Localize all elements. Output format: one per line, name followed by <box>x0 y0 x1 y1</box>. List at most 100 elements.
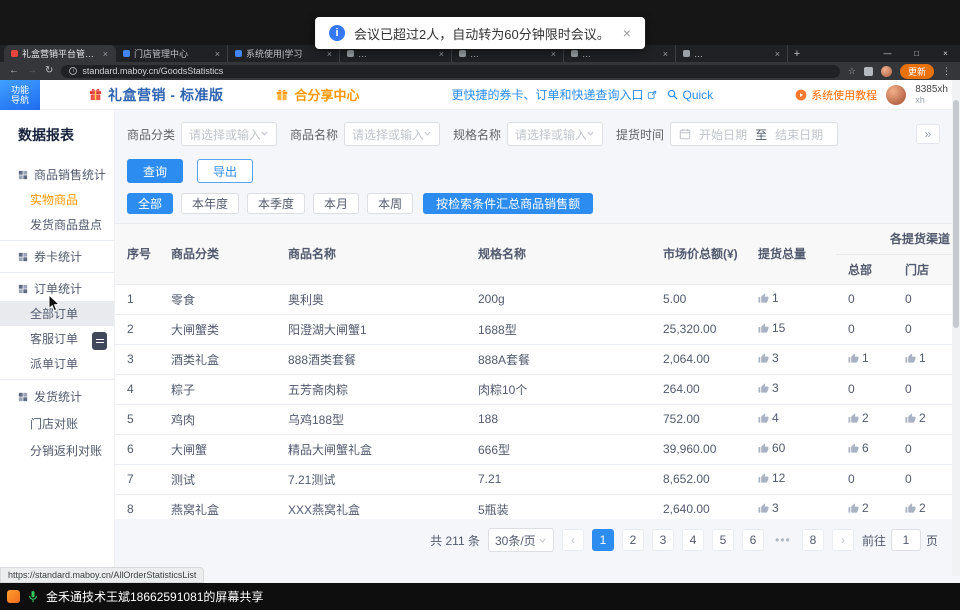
app-header: 功能 导航 礼盒营销 - 标准版 合分享中心 更快捷的券卡、订单和快递查询入口 <box>0 80 960 110</box>
page-button[interactable]: 8 <box>802 529 824 551</box>
tab-close-icon[interactable]: × <box>551 49 556 59</box>
count-link[interactable]: 2 <box>848 501 869 515</box>
extensions-icon[interactable] <box>864 67 873 76</box>
sidebar-item[interactable]: 门店对账 <box>0 410 114 437</box>
share-center-link[interactable]: 合分享中心 <box>275 85 359 104</box>
next-page-button[interactable]: › <box>832 529 854 551</box>
browser-update-button[interactable]: 更新 <box>900 64 934 79</box>
tab-close-icon[interactable]: × <box>215 49 220 59</box>
tab-close-icon[interactable]: × <box>439 49 444 59</box>
page-ellipsis: ••• <box>772 529 794 551</box>
page-size-select[interactable]: 30条/页 <box>488 528 554 552</box>
filter-select[interactable]: 请选择或输入 <box>181 122 277 146</box>
count-link[interactable]: 1 <box>758 291 779 305</box>
tab-close-icon[interactable]: × <box>775 49 780 59</box>
cell-serial: 5 <box>115 404 159 434</box>
toast-close-icon[interactable]: × <box>623 25 631 41</box>
back-icon[interactable]: ← <box>9 66 19 76</box>
bookmark-star-icon[interactable]: ☆ <box>848 66 856 77</box>
sidebar-item[interactable]: 订单统计 <box>0 276 114 301</box>
collapse-panel-button[interactable]: » <box>916 124 940 144</box>
tutorial-link[interactable]: 系统使用教程 <box>795 87 877 103</box>
quick-tab[interactable]: 本季度 <box>247 193 305 214</box>
sidebar-collapse-handle[interactable] <box>92 332 107 350</box>
date-range-picker[interactable]: 开始日期 至 结束日期 <box>670 122 838 146</box>
page-scrollbar[interactable] <box>952 80 960 576</box>
goto-page-input[interactable]: 1 <box>891 529 921 551</box>
page-button[interactable]: 2 <box>622 529 644 551</box>
page-button[interactable]: 6 <box>742 529 764 551</box>
page-button[interactable]: 5 <box>712 529 734 551</box>
page-button[interactable]: 4 <box>682 529 704 551</box>
prev-page-button[interactable]: ‹ <box>562 529 584 551</box>
cell-hq: 0 <box>836 284 893 314</box>
count-link[interactable]: 12 <box>758 471 785 485</box>
forward-icon[interactable]: → <box>27 66 37 76</box>
tab-close-icon[interactable]: × <box>327 49 332 59</box>
filter-select[interactable]: 请选择或输入 <box>507 122 603 146</box>
quick-tab[interactable]: 全部 <box>127 193 173 214</box>
scrollbar-thumb[interactable] <box>953 100 959 328</box>
tab-close-icon[interactable]: × <box>663 49 668 59</box>
user-avatar[interactable] <box>886 85 906 105</box>
sidebar-item[interactable]: 分销返利对账 <box>0 437 114 464</box>
sidebar-item[interactable]: 券卡统计 <box>0 244 114 269</box>
count-link[interactable]: 15 <box>758 321 785 335</box>
browser-tab[interactable]: 门店管理中心 × <box>116 45 228 62</box>
browser-tab[interactable]: 礼盒营销平台管理中心 × <box>4 45 116 62</box>
count-link[interactable]: 60 <box>758 441 785 455</box>
count-value: 0 <box>848 322 855 336</box>
count-link[interactable]: 3 <box>758 381 779 395</box>
sidebar-item[interactable]: 发货统计 <box>0 383 114 410</box>
new-tab-button[interactable]: + <box>788 45 806 62</box>
count-link[interactable]: 2 <box>848 411 869 425</box>
function-nav-button[interactable]: 功能 导航 <box>0 80 40 110</box>
tab-close-icon[interactable]: × <box>103 49 108 59</box>
window-minimize-button[interactable]: — <box>873 45 902 62</box>
browser-menu-icon[interactable]: ⋮ <box>942 66 951 77</box>
cell-name: 7.21测试 <box>276 464 466 494</box>
sidebar-item[interactable]: 实物商品 <box>0 187 114 212</box>
cell-store: 0 <box>893 434 952 464</box>
cell-amount: 25,320.00 <box>651 314 746 344</box>
count-link[interactable]: 2 <box>905 411 926 425</box>
count-link[interactable]: 3 <box>758 351 779 365</box>
window-maximize-button[interactable]: □ <box>902 45 931 62</box>
sidebar-item[interactable]: 发货商品盘点 <box>0 212 114 237</box>
quick-entry-tip[interactable]: 更快捷的券卡、订单和快递查询入口 <box>451 86 657 103</box>
count-link[interactable]: 3 <box>758 501 779 515</box>
pick-hand-icon <box>848 413 859 424</box>
export-button[interactable]: 导出 <box>197 159 253 183</box>
count-link[interactable]: 4 <box>758 411 779 425</box>
quick-tab[interactable]: 本月 <box>313 193 359 214</box>
page-button[interactable]: 3 <box>652 529 674 551</box>
window-close-button[interactable]: × <box>931 45 960 62</box>
cell-spec: 肉粽10个 <box>466 374 651 404</box>
quick-search[interactable]: Quick <box>667 88 713 102</box>
table-row: 5 鸡肉 乌鸡188型 188 752.00 4 2 2 <box>115 404 952 434</box>
count-link[interactable]: 2 <box>905 501 926 515</box>
count-link[interactable]: 1 <box>905 351 926 365</box>
quick-tab[interactable]: 本年度 <box>181 193 239 214</box>
browser-tab[interactable]: … × <box>676 45 788 62</box>
count-link[interactable]: 1 <box>848 351 869 365</box>
site-info-icon[interactable]: i <box>69 67 77 75</box>
cell-store: 0 <box>893 374 952 404</box>
filter-select[interactable]: 请选择或输入 <box>344 122 440 146</box>
address-bar[interactable]: i standard.maboy.cn/GoodsStatistics <box>61 65 840 78</box>
user-info[interactable]: 8385xh xh <box>915 85 948 105</box>
count-link[interactable]: 6 <box>848 441 869 455</box>
cell-pick-total: 3 <box>746 494 836 519</box>
refresh-icon[interactable]: ↻ <box>45 66 53 76</box>
menu-grid-icon <box>18 284 28 294</box>
quick-tab[interactable]: 本周 <box>367 193 413 214</box>
sidebar-item[interactable]: 派单订单 <box>0 351 114 376</box>
summary-button[interactable]: 按检索条件汇总商品销售额 <box>423 193 593 214</box>
table-row: 3 酒类礼盒 888酒类套餐 888A套餐 2,064.00 3 1 1 <box>115 344 952 374</box>
search-button[interactable]: 查询 <box>127 159 183 183</box>
search-icon <box>667 89 678 100</box>
browser-profile-avatar[interactable] <box>881 66 892 77</box>
page-button[interactable]: 1 <box>592 529 614 551</box>
sidebar-item[interactable]: 商品销售统计 <box>0 162 114 187</box>
sidebar-item[interactable]: 全部订单 <box>0 301 114 326</box>
